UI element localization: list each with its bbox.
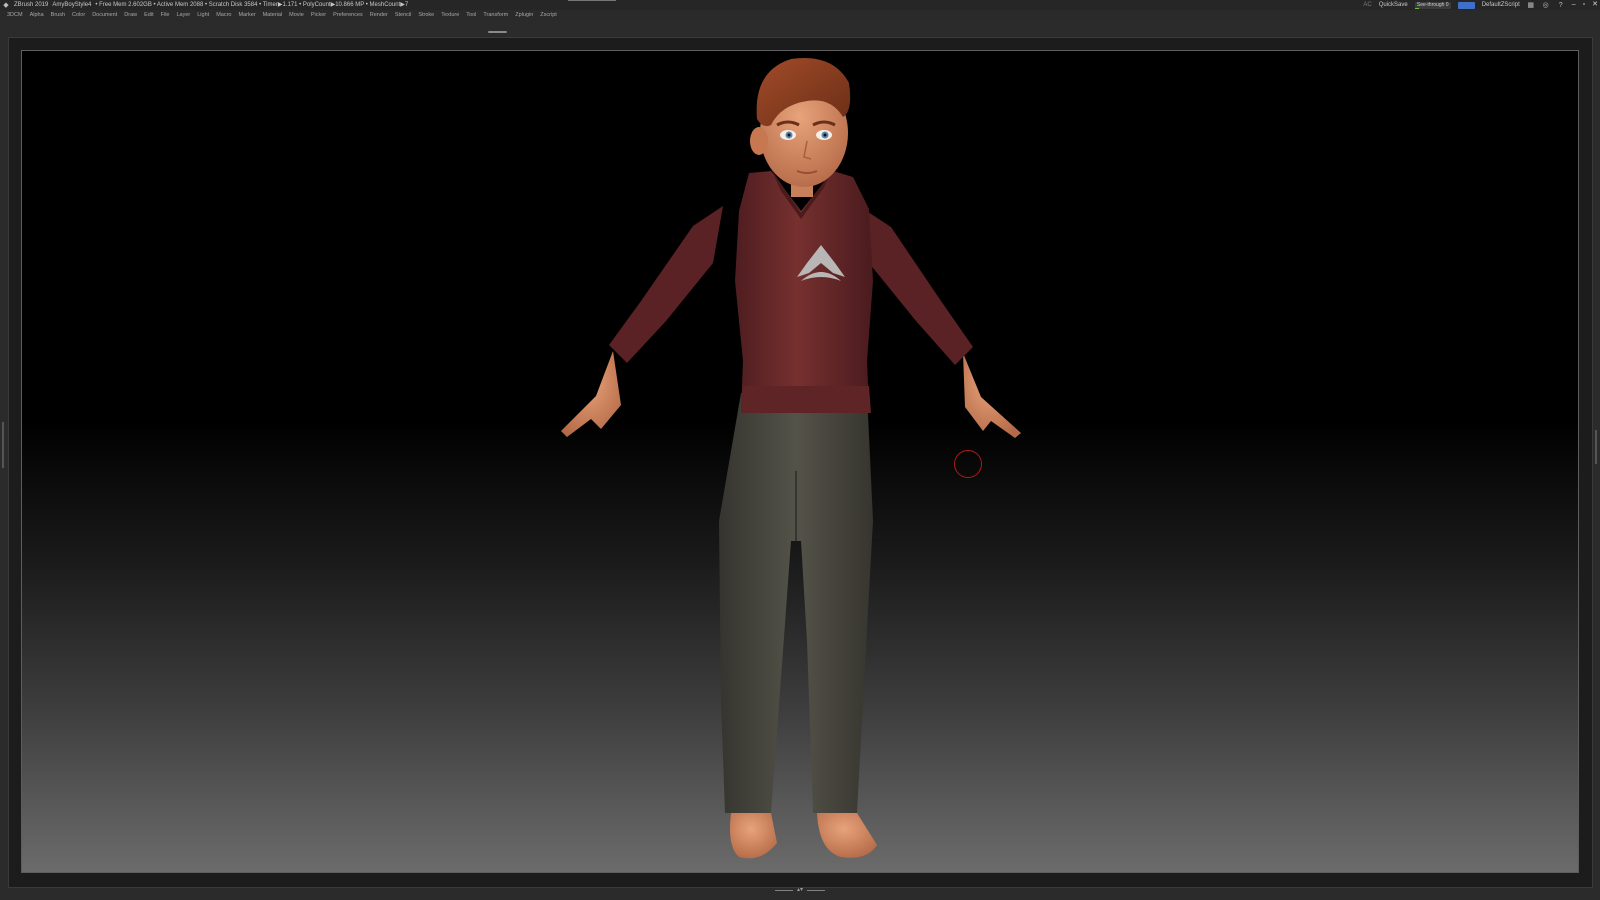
menu-alpha[interactable]: Alpha: [30, 10, 44, 21]
menu-transform[interactable]: Transform: [483, 10, 508, 21]
menu-zplugin[interactable]: Zplugin: [515, 10, 533, 21]
seethrough-label: See-through: [1416, 1, 1445, 8]
menu-render[interactable]: Render: [370, 10, 388, 21]
menu-file[interactable]: File: [161, 10, 170, 21]
right-foot: [817, 813, 877, 858]
left-sleeve: [609, 206, 723, 363]
character-model: [561, 58, 1021, 859]
menu-picker[interactable]: Picker: [311, 10, 326, 21]
menu-light[interactable]: Light: [197, 10, 209, 21]
menu-stroke[interactable]: Stroke: [418, 10, 434, 21]
app-name: ZBrush 2019: [14, 2, 49, 8]
bottom-shelf-handle[interactable]: ▴▾: [775, 887, 825, 893]
left-foot: [730, 813, 777, 859]
help-icon[interactable]: ?: [1557, 2, 1565, 9]
hoodie-cuff: [741, 386, 871, 413]
hoodie: [735, 171, 873, 411]
left-ear: [750, 127, 768, 155]
menu-brush[interactable]: Brush: [51, 10, 65, 21]
menu-macro[interactable]: Macro: [216, 10, 231, 21]
menu-edit[interactable]: Edit: [144, 10, 153, 21]
seethrough-value: 0: [1445, 1, 1449, 8]
menu-document[interactable]: Document: [92, 10, 117, 21]
seethrough-slider[interactable]: See-through 0: [1414, 1, 1451, 9]
menu-3dcm[interactable]: 3DCM: [7, 10, 23, 21]
close-icon[interactable]: ✕: [1592, 0, 1598, 10]
menu-bar: 3DCM Alpha Brush Color Document Draw Edit File L…: [0, 10, 1600, 21]
menu-preferences[interactable]: Preferences: [333, 10, 363, 21]
status-stats: • Free Mem 2.602GB • Active Mem 2088 • S…: [95, 2, 409, 8]
minimize-icon[interactable]: –: [1572, 0, 1576, 10]
camera-icon[interactable]: ◎: [1542, 2, 1550, 9]
default-zscript-button[interactable]: DefaultZScript: [1482, 0, 1520, 10]
menu-color[interactable]: Color: [72, 10, 85, 21]
zbrush-logo-icon: ◆: [3, 1, 9, 9]
tab-indicator: [568, 0, 616, 1]
left-hand: [561, 351, 621, 437]
right-tray-handle[interactable]: [1595, 430, 1597, 464]
top-shelf-handle[interactable]: [488, 31, 507, 33]
left-tray-handle[interactable]: [2, 422, 4, 468]
brush-cursor: [954, 450, 982, 478]
menu-marker[interactable]: Marker: [238, 10, 255, 21]
layout-icon[interactable]: ▦: [1527, 2, 1535, 9]
quicksave-button[interactable]: QuickSave: [1379, 0, 1408, 10]
pants: [719, 393, 873, 813]
menu-draw[interactable]: Draw: [124, 10, 137, 21]
document-viewport[interactable]: [21, 50, 1579, 873]
restore-icon[interactable]: ▫: [1583, 0, 1585, 10]
title-bar: ◆ ZBrush 2019 AmyBoyStyle4 • Free Mem 2.…: [0, 0, 1600, 10]
ac-label[interactable]: AC: [1363, 0, 1371, 10]
menu-stencil[interactable]: Stencil: [395, 10, 412, 21]
menu-layer[interactable]: Layer: [176, 10, 190, 21]
menu-zscript[interactable]: Zscript: [540, 10, 557, 21]
menus-toggle-button[interactable]: [1457, 1, 1475, 9]
expand-arrows-icon: ▴▾: [797, 887, 804, 893]
document-name: AmyBoyStyle4: [52, 2, 92, 8]
menu-texture[interactable]: Texture: [441, 10, 459, 21]
seethrough-fill: [1414, 7, 1419, 9]
menu-material[interactable]: Material: [263, 10, 283, 21]
right-hand: [963, 353, 1021, 438]
right-sleeve: [859, 206, 973, 365]
menu-movie[interactable]: Movie: [289, 10, 304, 21]
menu-tool[interactable]: Tool: [466, 10, 476, 21]
